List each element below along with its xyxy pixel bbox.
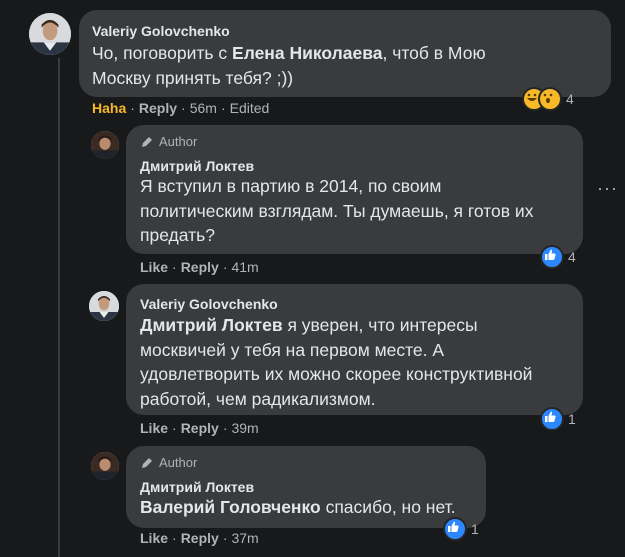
comment-text-segment: работой, чем радикализмом. bbox=[140, 388, 376, 409]
reply-button[interactable]: Reply bbox=[139, 100, 177, 116]
author-badge-label: Author bbox=[159, 134, 198, 149]
wow-emoji-icon bbox=[538, 87, 562, 111]
edited-label: Edited bbox=[229, 100, 270, 116]
comment-author-name[interactable]: Дмитрий Локтев bbox=[140, 158, 254, 174]
comment-text-segment: Москву принять тебя? ;)) bbox=[92, 67, 294, 88]
reaction-count: 4 bbox=[566, 91, 574, 107]
separator: · bbox=[222, 420, 228, 436]
reply-thread-line bbox=[105, 168, 107, 288]
reaction-summary[interactable]: 4 bbox=[540, 245, 576, 269]
like-button[interactable]: Like bbox=[140, 420, 168, 436]
comment-actions: Like · Reply · 37m bbox=[140, 530, 259, 546]
comment-text-segment: я уверен, что интересы bbox=[282, 315, 478, 335]
avatar-photo-icon bbox=[91, 131, 119, 159]
comment-text-segment: Чо, поговорить с bbox=[92, 43, 233, 63]
comment-text: Валерий Головченко спасибо, но нет. bbox=[140, 495, 456, 520]
like-button[interactable]: Like bbox=[140, 530, 168, 546]
comment-text-segment: Я вступил в партию в 2014, по своим bbox=[140, 176, 442, 196]
separator: · bbox=[181, 100, 186, 116]
comment-text: Чо, поговорить с Елена Николаева, чтоб в… bbox=[92, 41, 486, 90]
mention-link[interactable]: Валерий Головченко bbox=[140, 497, 321, 517]
comment-actions: Haha · Reply · 56m · Edited bbox=[92, 100, 269, 116]
separator: · bbox=[222, 259, 228, 275]
comment-text-segment: политическим взглядам. Ты думаешь, я гот… bbox=[140, 200, 534, 221]
separator: · bbox=[172, 530, 177, 546]
comment-text-segment: москвичей у тебя на первом месте. А bbox=[140, 339, 445, 360]
thread-line bbox=[58, 58, 60, 557]
like-thumb-icon bbox=[443, 517, 467, 541]
reply-button[interactable]: Reply bbox=[181, 420, 219, 436]
reaction-summary[interactable]: 1 bbox=[540, 407, 576, 431]
top-cutoff-actions: · · · bbox=[240, 0, 300, 2]
more-options-icon[interactable]: ··· bbox=[597, 178, 618, 199]
reaction-summary[interactable]: 4 bbox=[522, 87, 574, 111]
comment-bubble: Valeriy Golovchenko Чо, поговорить с Еле… bbox=[79, 10, 611, 97]
comment-text: Я вступил в партию в 2014, по своим поли… bbox=[140, 174, 533, 248]
timestamp[interactable]: 41m bbox=[231, 259, 258, 275]
comment-text-segment: удовлетворить их можно скорее конструкти… bbox=[140, 364, 533, 384]
comment-author-name[interactable]: Дмитрий Локтев bbox=[140, 479, 254, 495]
reaction-count: 1 bbox=[568, 411, 576, 427]
reaction-count: 4 bbox=[568, 249, 576, 265]
reaction-count: 1 bbox=[471, 521, 479, 537]
author-badge-label: Author bbox=[159, 455, 198, 470]
timestamp[interactable]: 37m bbox=[231, 530, 258, 546]
comment-text-segment: , чтоб в Мою bbox=[382, 43, 486, 63]
reaction-button[interactable]: Haha bbox=[92, 100, 126, 116]
like-thumb-icon bbox=[540, 407, 564, 431]
separator: · bbox=[172, 420, 177, 436]
separator: · bbox=[222, 530, 228, 546]
comment-actions: Like · Reply · 41m bbox=[140, 259, 259, 275]
avatar-photo-icon bbox=[91, 452, 119, 480]
avatar[interactable] bbox=[29, 13, 71, 55]
comment-text: Дмитрий Локтев я уверен, что интересы мо… bbox=[140, 313, 532, 411]
reply-button[interactable]: Reply bbox=[181, 259, 219, 275]
avatar-photo-icon bbox=[29, 13, 71, 55]
avatar-photo-icon bbox=[89, 291, 119, 321]
comment-bubble: Author Дмитрий Локтев Я вступил в партию… bbox=[126, 125, 583, 254]
timestamp[interactable]: 39m bbox=[231, 420, 258, 436]
comment-bubble: Author Дмитрий Локтев Валерий Головченко… bbox=[126, 446, 486, 528]
avatar[interactable] bbox=[91, 131, 119, 159]
comment-actions: Like · Reply · 39m bbox=[140, 420, 259, 436]
reply-button[interactable]: Reply bbox=[181, 530, 219, 546]
pencil-icon bbox=[142, 457, 152, 468]
separator: · bbox=[172, 259, 177, 275]
comment-text-segment: спасибо, но нет. bbox=[320, 497, 456, 517]
mention-link[interactable]: Дмитрий Локтев bbox=[140, 315, 283, 335]
comment-author-name[interactable]: Valeriy Golovchenko bbox=[140, 296, 278, 312]
reaction-summary[interactable]: 1 bbox=[443, 517, 479, 541]
author-badge: Author bbox=[140, 134, 197, 149]
pencil-icon bbox=[142, 136, 152, 147]
avatar[interactable] bbox=[89, 291, 119, 321]
mention-link[interactable]: Елена Николаева bbox=[232, 43, 382, 63]
separator: · bbox=[220, 100, 226, 116]
separator: · bbox=[130, 100, 135, 116]
comment-author-name[interactable]: Valeriy Golovchenko bbox=[92, 23, 230, 39]
avatar[interactable] bbox=[91, 452, 119, 480]
like-button[interactable]: Like bbox=[140, 259, 168, 275]
timestamp[interactable]: 56m bbox=[190, 100, 217, 116]
comment-bubble: Valeriy Golovchenko Дмитрий Локтев я уве… bbox=[126, 284, 583, 415]
comment-text-segment: предать? bbox=[140, 225, 215, 245]
like-thumb-icon bbox=[540, 245, 564, 269]
author-badge: Author bbox=[140, 455, 197, 470]
